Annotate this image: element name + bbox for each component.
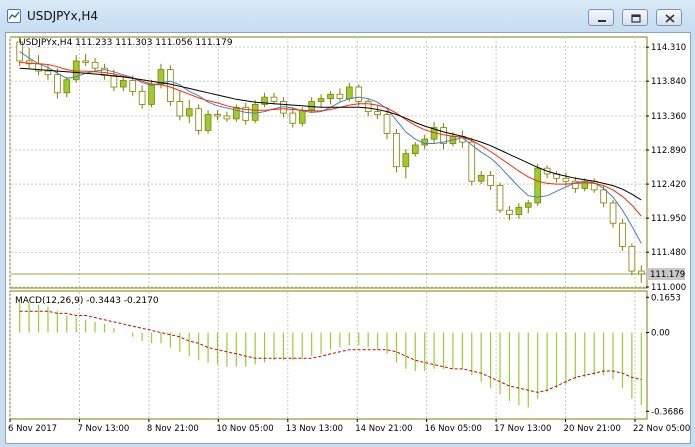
candle-body (506, 209, 513, 215)
candle-body (82, 60, 89, 63)
candle-body (355, 86, 363, 102)
candle-body (487, 175, 494, 186)
candle-body (411, 144, 419, 155)
chart-window-icon (7, 9, 21, 23)
candle-body (176, 101, 184, 117)
close-button[interactable] (656, 9, 682, 26)
axes: 114.310 113.840 113.360 112.890 112.420 111.9… (8, 43, 690, 434)
candle-body (374, 111, 381, 115)
candle-body (138, 90, 146, 105)
chart-area[interactable]: 111.179 114.310 113.840 113.360 112.890 112.… (5, 32, 691, 444)
date-tick-label: 22 Nov 05:00 (633, 424, 690, 434)
restore-button[interactable] (622, 9, 648, 26)
candle-body (628, 246, 636, 272)
candle-body (534, 167, 542, 204)
price-tick-label: 113.360 (651, 112, 686, 122)
macd-tick-label: -0.3686 (651, 407, 684, 417)
close-icon (665, 14, 675, 23)
candle-body (336, 93, 344, 99)
price-tick-label: 112.890 (651, 146, 686, 156)
price-tick-label: 111.000 (651, 283, 686, 293)
candle-body (298, 109, 306, 124)
candle-body (600, 189, 607, 204)
price-tick-label: 114.310 (651, 43, 686, 53)
candle-body (167, 69, 174, 102)
ma-slow-line (19, 67, 642, 201)
candle-body (129, 80, 137, 92)
price-tick-label: 111.480 (651, 248, 686, 258)
candle-body (233, 106, 240, 120)
candle-body (393, 132, 400, 168)
candle-body (383, 114, 391, 134)
price-tick-label: 113.840 (651, 77, 686, 87)
date-tick-label: 17 Nov 13:00 (494, 424, 551, 434)
candle-body (619, 222, 626, 247)
price-tick-label: 111.950 (651, 214, 686, 224)
candle-body (195, 108, 202, 131)
date-tick-label: 7 Nov 13:00 (77, 424, 129, 434)
date-tick-label: 13 Nov 13:00 (286, 424, 343, 434)
candle-body (185, 108, 193, 117)
candle-body (364, 101, 372, 113)
candle-body (562, 177, 570, 182)
candle-body (44, 70, 52, 76)
candle-body (317, 98, 325, 102)
candle-body (637, 270, 645, 275)
candle-body (609, 202, 617, 224)
window-title: USDJPYx,H4 (27, 9, 99, 23)
candle-body (496, 185, 504, 211)
macd-tick-label: 0.00 (651, 329, 670, 339)
candle-body (148, 83, 155, 105)
current-price-label: 111.179 (650, 270, 685, 280)
macd-signal-line (19, 310, 642, 393)
date-tick-label: 10 Nov 05:00 (216, 424, 273, 434)
candle-body (110, 75, 118, 88)
candle-body (54, 74, 61, 94)
candle-body (270, 96, 278, 102)
date-tick-label: 16 Nov 05:00 (425, 424, 482, 434)
candle-body (402, 153, 410, 168)
minimize-icon (598, 20, 606, 22)
candle-body (119, 80, 127, 88)
macd-tick-label: 0.1653 (651, 293, 681, 303)
candle-body (223, 115, 231, 120)
macd-label: MACD(12,26,9) -0.3443 -0.2170 (15, 296, 159, 306)
candle-body (91, 61, 99, 69)
candle-body (524, 202, 532, 208)
candle-body (204, 114, 212, 131)
macd-indicator (19, 300, 642, 408)
macd-panel-border (9, 290, 648, 420)
date-tick-label: 8 Nov 21:00 (147, 424, 199, 434)
date-tick-label: 14 Nov 21:00 (355, 424, 412, 434)
candle-body (308, 101, 315, 111)
price-chart[interactable]: 111.179 114.310 113.840 113.360 112.890 112.… (6, 33, 690, 443)
candle-body (214, 114, 221, 117)
candle-body (289, 112, 297, 124)
candle-body (515, 206, 523, 215)
date-tick-label: 20 Nov 21:00 (564, 424, 621, 434)
date-tick-label: 6 Nov 2017 (8, 424, 57, 434)
candle-body (327, 93, 334, 99)
current-price: 111.179 (11, 268, 685, 281)
candle-body (63, 79, 71, 94)
price-tick-label: 112.420 (651, 180, 686, 190)
candle-body (468, 141, 476, 182)
symbol-info: USDJPYx,H4 111.233 111.303 111.056 111.1… (19, 38, 233, 48)
window-titlebar[interactable]: USDJPYx,H4 (0, 0, 695, 32)
minimize-button[interactable] (588, 9, 614, 26)
candle-body (477, 175, 485, 182)
candle-body (346, 86, 353, 99)
restore-icon (631, 14, 641, 23)
